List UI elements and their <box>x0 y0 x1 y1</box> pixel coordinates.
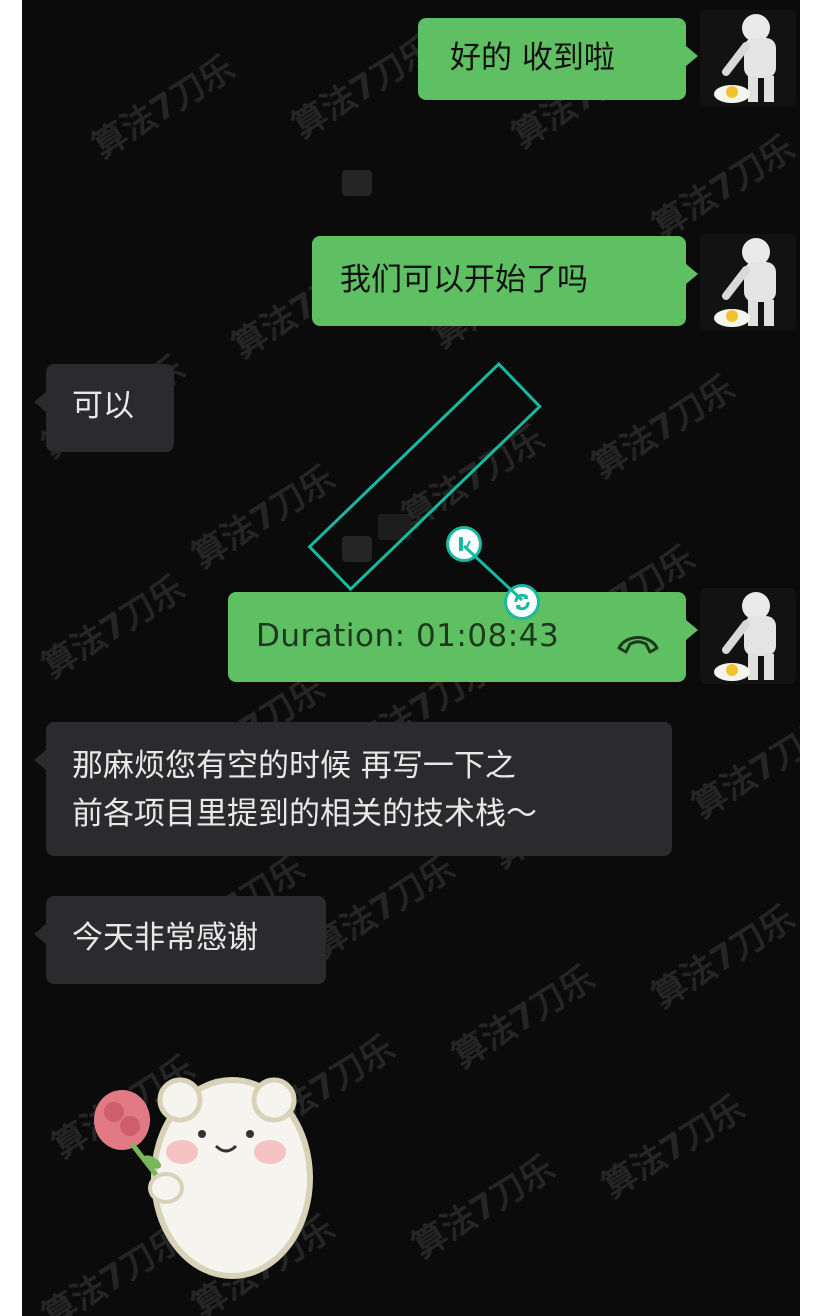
phone-hangup-icon <box>616 622 660 670</box>
handle-connector <box>462 544 524 602</box>
watermark: 算法7刀乐 <box>35 568 192 687</box>
watermark: 算法7刀乐 <box>645 128 800 247</box>
watermark: 算法7刀乐 <box>585 368 742 487</box>
watermark: 算法7刀乐 <box>405 1148 562 1267</box>
watermark: 算法7刀乐 <box>685 708 800 827</box>
message-text-line: 前各项目里提到的相关的技术栈～ <box>72 796 537 832</box>
message-bubble-incoming[interactable]: 今天非常感谢 <box>34 896 326 984</box>
message-bubble-incoming[interactable]: 那麻烦您有空的时候 再写一下之 前各项目里提到的相关的技术栈～ <box>34 722 672 856</box>
call-duration-text: Duration: 01:08:43 <box>256 618 560 654</box>
call-duration-bubble[interactable]: Duration: 01:08:43 <box>228 592 698 682</box>
chat-window: 算法7刀乐 算法7刀乐 算法7刀乐 算法7刀乐 算法7刀乐 算法7刀乐 算法7刀… <box>22 0 800 1316</box>
bear-with-rose-sticker-icon[interactable] <box>82 1060 342 1280</box>
message-bubble-outgoing[interactable]: 好的 收到啦 <box>418 18 698 100</box>
message-text: 我们可以开始了吗 <box>340 262 588 298</box>
watermark: 算法7刀乐 <box>595 1088 752 1207</box>
message-text: 好的 收到啦 <box>450 40 615 76</box>
watermark: 算法7刀乐 <box>85 48 242 167</box>
watermark: 算法7刀乐 <box>445 958 602 1077</box>
astronaut-avatar-icon[interactable] <box>700 588 796 684</box>
message-bubble-incoming[interactable]: 可以 <box>34 364 174 452</box>
message-text: 今天非常感谢 <box>72 920 258 956</box>
message-text-line: 那麻烦您有空的时候 再写一下之 <box>72 748 516 784</box>
blurred-timestamp <box>342 170 372 196</box>
astronaut-avatar-icon[interactable] <box>700 10 796 106</box>
watermark: 算法7刀乐 <box>645 898 800 1017</box>
astronaut-avatar-icon[interactable] <box>700 234 796 330</box>
message-text: 可以 <box>72 388 134 424</box>
message-bubble-outgoing[interactable]: 我们可以开始了吗 <box>312 236 698 326</box>
